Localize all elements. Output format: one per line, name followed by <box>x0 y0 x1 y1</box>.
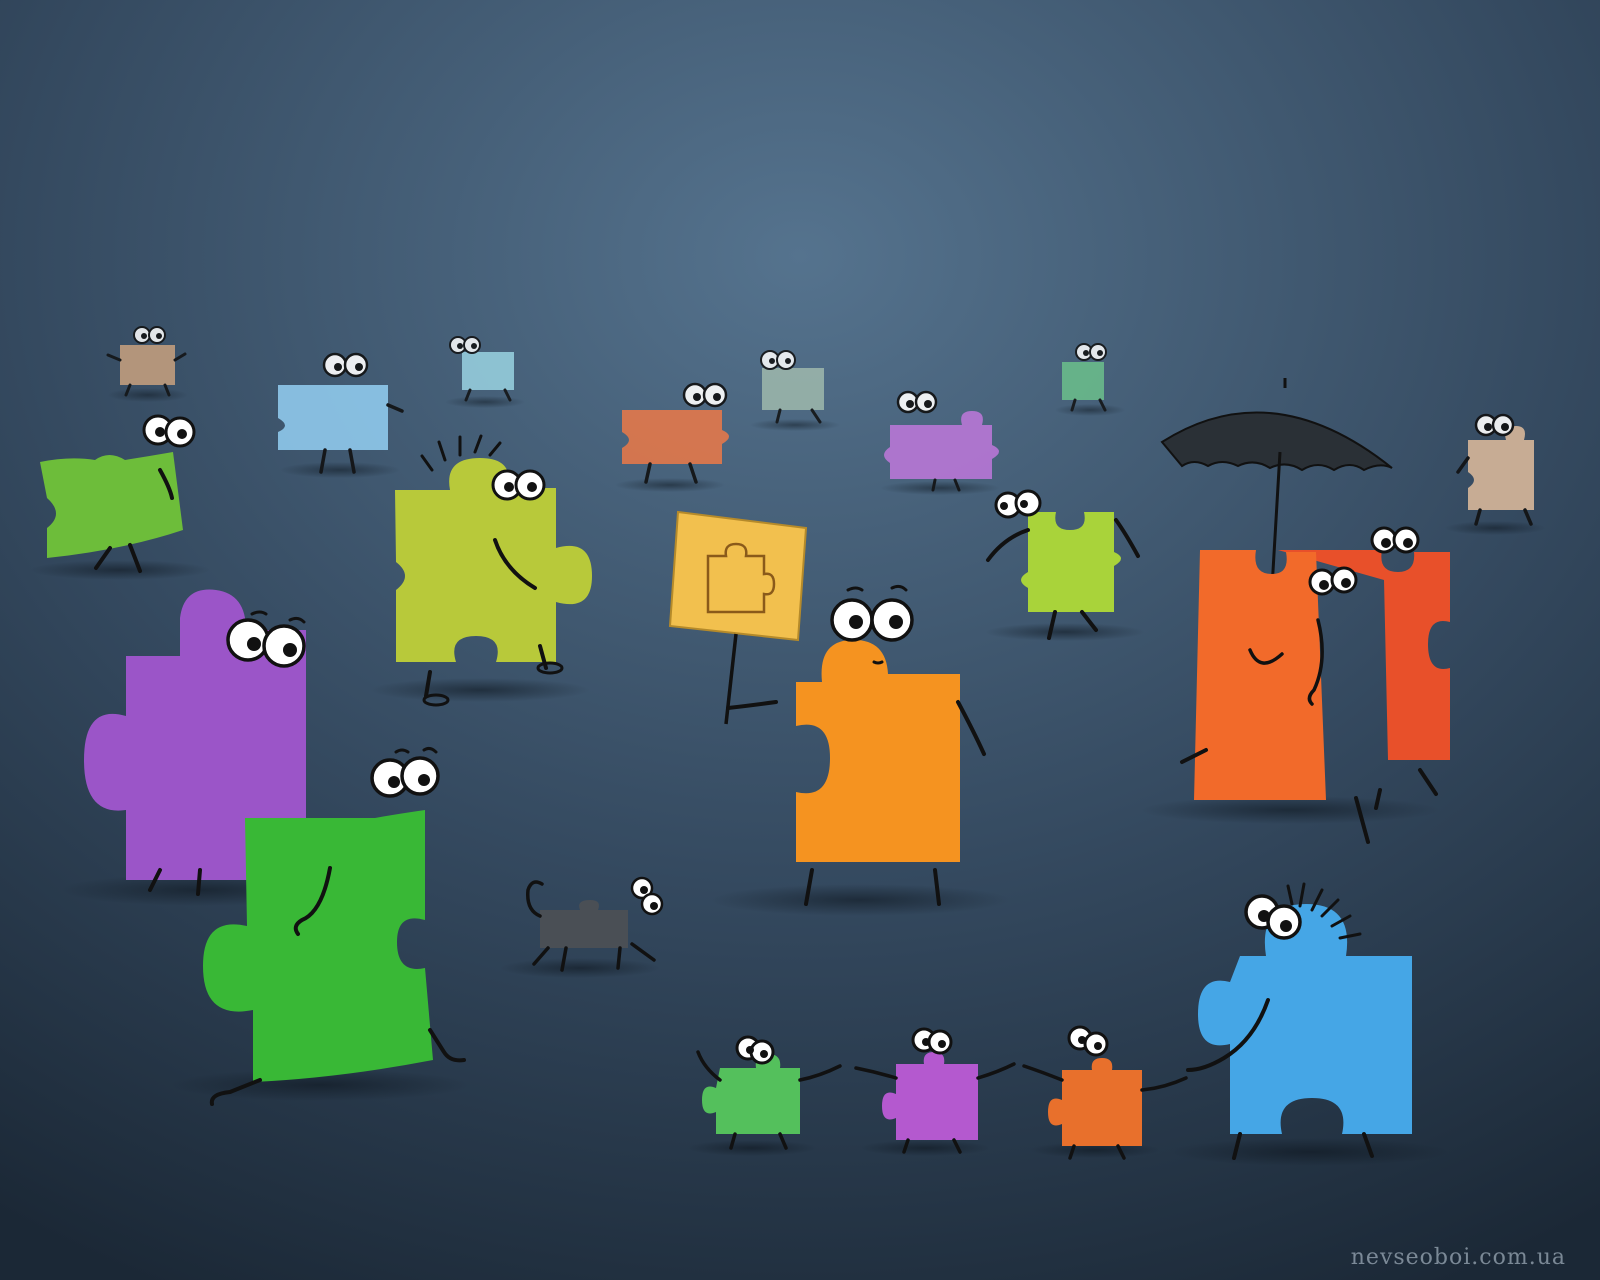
wallpaper-scene: nevseoboi.com.ua <box>0 0 1600 1280</box>
watermark-text: nevseoboi.com.ua <box>1350 1245 1566 1270</box>
puzzle-illustration <box>0 0 1600 1280</box>
